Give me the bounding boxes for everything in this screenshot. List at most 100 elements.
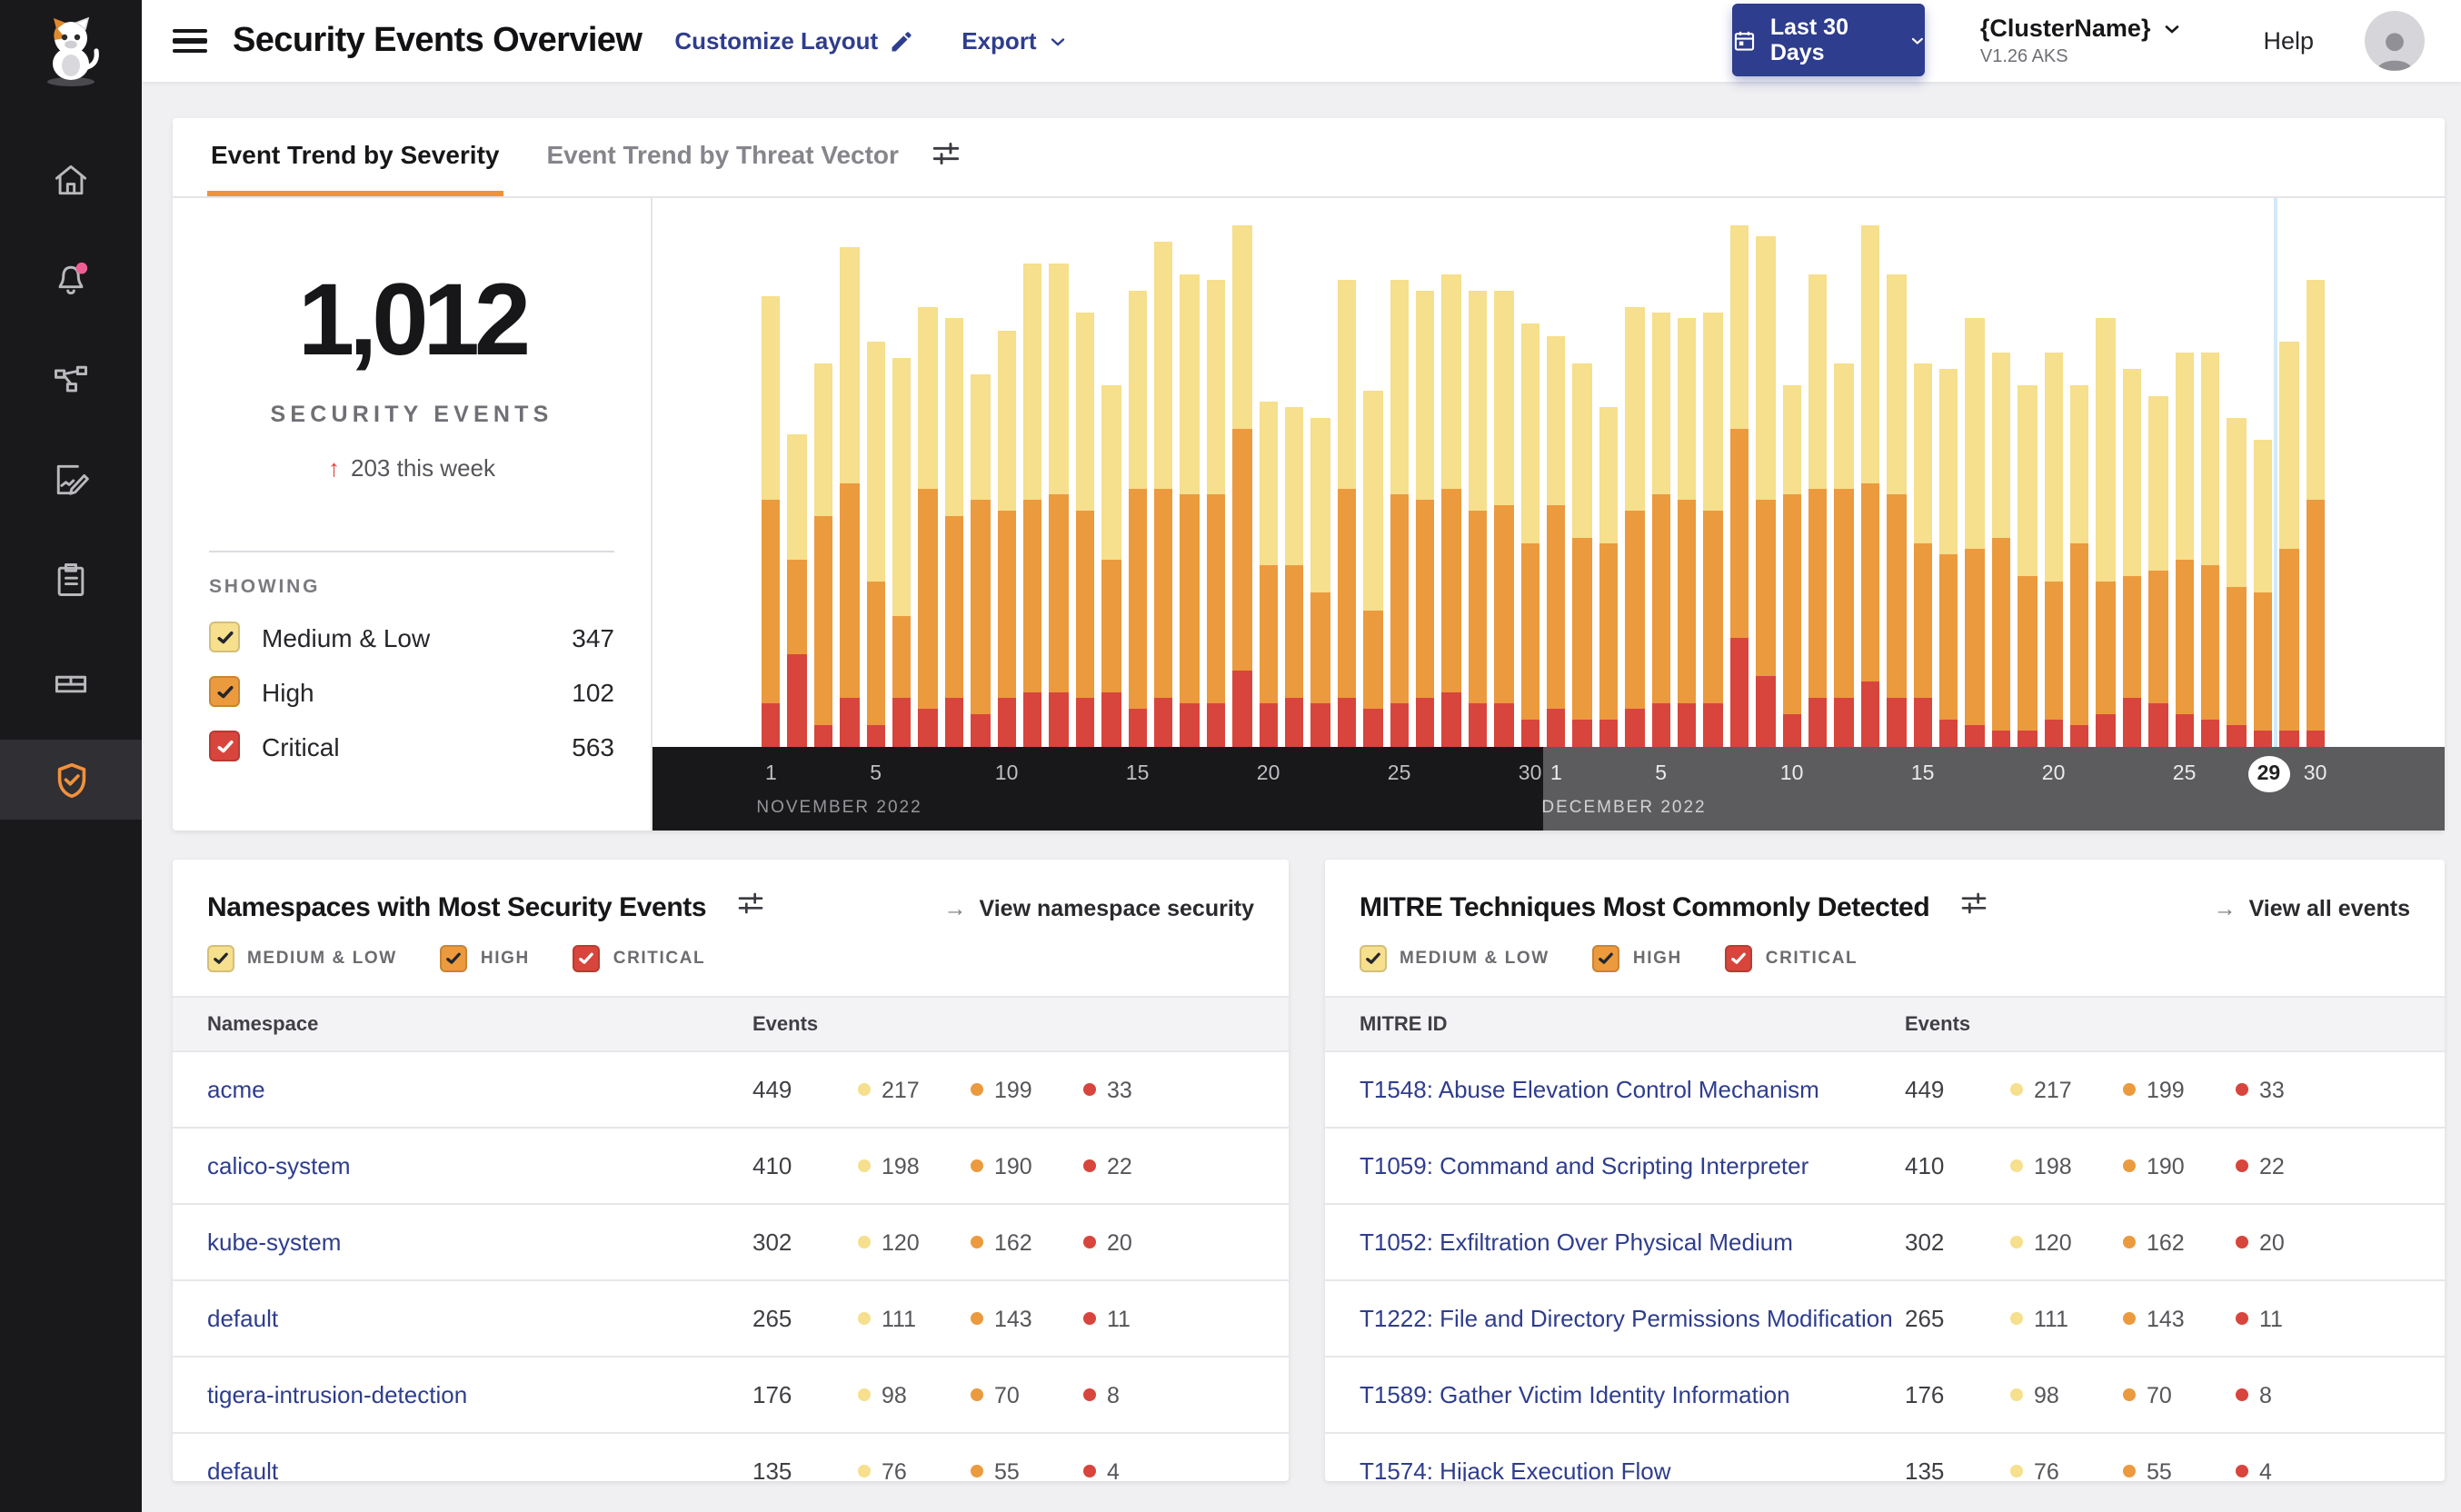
mitre-settings-icon[interactable] [1958,889,1988,927]
row-total-events: 302 [752,1228,792,1256]
legend-critical[interactable]: Critical 563 [209,731,614,761]
mitre-card-title: MITRE Techniques Most Commonly Detected [1360,892,1930,923]
stacked-bar-day-nov-30 [1520,323,1539,747]
row-critical-count: 11 [2236,1306,2348,1331]
legend-high[interactable]: High 102 [209,676,614,707]
checkbox-high[interactable] [440,945,468,972]
checkbox-high[interactable] [209,676,240,707]
checkbox-medium-low[interactable] [209,622,240,652]
summary-panel: 1,012 SECURITY EVENTS ↑ 203 this week SHO… [173,198,653,831]
row-name-link[interactable]: default [207,1305,752,1332]
stacked-bar-day-nov-17 [1180,274,1200,747]
row-name-link[interactable]: calico-system [207,1152,752,1179]
sidebar-item-policies[interactable] [0,440,142,520]
stacked-bar-day-dec-8 [1729,225,1749,747]
legend-count: 563 [572,731,614,761]
filter-medium-low[interactable]: MEDIUM & LOW [207,945,397,972]
row-name-link[interactable]: kube-system [207,1228,752,1256]
pencil-icon [892,31,912,51]
stacked-bar-day-nov-29 [1494,291,1514,747]
row-name-link[interactable]: default [207,1457,752,1481]
customize-layout-button[interactable]: Customize Layout [674,27,914,55]
filter-medium-low[interactable]: MEDIUM & LOW [1360,945,1549,972]
page-title: Security Events Overview [233,21,643,59]
date-range-button[interactable]: Last 30 Days [1732,4,1926,76]
service-graph-icon [55,365,87,393]
row-medium-count: 198 [858,1153,971,1179]
row-name-link[interactable]: T1052: Exfiltration Over Physical Medium [1360,1228,1905,1256]
chart-plot-area [653,198,2445,747]
axis-tick: 30 [2303,763,2327,785]
row-total-events: 410 [752,1152,792,1179]
row-total-events: 176 [1905,1381,1945,1408]
stacked-bar-day-nov-27 [1441,274,1461,747]
security-events-dashboard: Security Events Overview Customize Layou… [0,0,2461,1512]
trend-settings-icon[interactable] [932,137,962,177]
row-name-link[interactable]: tigera-intrusion-detection [207,1381,752,1408]
medium-dot-icon [858,1465,871,1477]
checkbox-critical[interactable] [1725,945,1753,972]
row-high-count: 162 [971,1229,1083,1255]
filter-high[interactable]: HIGH [1592,945,1682,972]
checkbox-medium-low[interactable] [207,945,234,972]
export-button[interactable]: Export [961,27,1069,55]
axis-month-segment [653,747,1543,831]
row-name-link[interactable]: acme [207,1076,752,1103]
checkbox-medium-low[interactable] [1360,945,1387,972]
critical-dot-icon [1083,1312,1096,1325]
tab-event-trend-by-severity[interactable]: Event Trend by Severity [207,118,503,196]
row-high-count: 55 [971,1458,1083,1481]
cluster-selector[interactable]: {ClusterName} V1.26 AKS [1980,15,2184,67]
filter-critical[interactable]: CRITICAL [1725,945,1858,972]
total-events-label: SECURITY EVENTS [270,402,553,427]
critical-dot-icon [1083,1159,1096,1172]
row-high-count: 143 [2123,1306,2236,1331]
legend-medium-low[interactable]: Medium & Low 347 [209,622,614,652]
row-medium-count: 76 [2010,1458,2123,1481]
sidebar-item-alerts[interactable] [0,240,142,320]
sidebar-item-home[interactable] [0,140,142,220]
view-namespace-security-link[interactable]: → View namespace security [944,895,1255,920]
stacked-bar-day-dec-5 [1651,313,1670,747]
filter-high[interactable]: HIGH [440,945,530,972]
row-critical-count: 33 [1083,1077,1196,1102]
critical-dot-icon [2236,1312,2248,1325]
row-name-link[interactable]: T1589: Gather Victim Identity Informatio… [1360,1381,1905,1408]
checkbox-critical[interactable] [573,945,601,972]
checkbox-critical[interactable] [209,731,240,761]
namespaces-settings-icon[interactable] [735,889,764,927]
checkbox-high[interactable] [1592,945,1620,972]
table-row: T1052: Exfiltration Over Physical Medium… [1325,1205,2445,1281]
sidebar-item-compliance[interactable] [0,540,142,620]
axis-tick: 20 [1256,763,1280,785]
view-all-events-link[interactable]: → View all events [2214,895,2410,920]
namespaces-card: Namespaces with Most Security Events → V… [173,860,1289,1481]
medium-dot-icon [2010,1388,2023,1401]
row-high-count: 190 [971,1153,1083,1179]
row-name-link[interactable]: T1059: Command and Scripting Interpreter [1360,1152,1905,1179]
stacked-bar-day-nov-24 [1363,390,1383,747]
tab-event-trend-by-threat-vector[interactable]: Event Trend by Threat Vector [543,118,902,196]
stacked-bar-day-nov-19 [1232,225,1252,747]
row-medium-count: 98 [2010,1382,2123,1408]
cluster-version: V1.26 AKS [1979,46,2068,66]
row-name-link[interactable]: T1222: File and Directory Permissions Mo… [1360,1305,1905,1332]
high-dot-icon [2123,1388,2136,1401]
user-avatar[interactable] [2365,11,2425,71]
row-name-link[interactable]: T1548: Abuse Elevation Control Mechanism [1360,1076,1905,1103]
sidebar-item-workloads[interactable] [0,640,142,720]
row-total-events: 265 [1905,1305,1945,1332]
sidebar-item-service-graph[interactable] [0,340,142,420]
axis-tick: 15 [1125,763,1150,785]
sidebar-item-security-events[interactable] [0,740,142,820]
hamburger-menu-icon[interactable] [173,23,207,59]
calico-cat-logo-icon[interactable] [33,13,109,89]
stacked-bar-day-nov-20 [1259,401,1278,747]
stacked-bar-day-nov-18 [1206,280,1226,747]
filter-critical[interactable]: CRITICAL [573,945,705,972]
table-row: T1222: File and Directory Permissions Mo… [1325,1281,2445,1358]
row-name-link[interactable]: T1574: Hijack Execution Flow [1360,1457,1905,1481]
help-link[interactable]: Help [2263,27,2314,55]
high-dot-icon [971,1465,983,1477]
high-dot-icon [971,1312,983,1325]
